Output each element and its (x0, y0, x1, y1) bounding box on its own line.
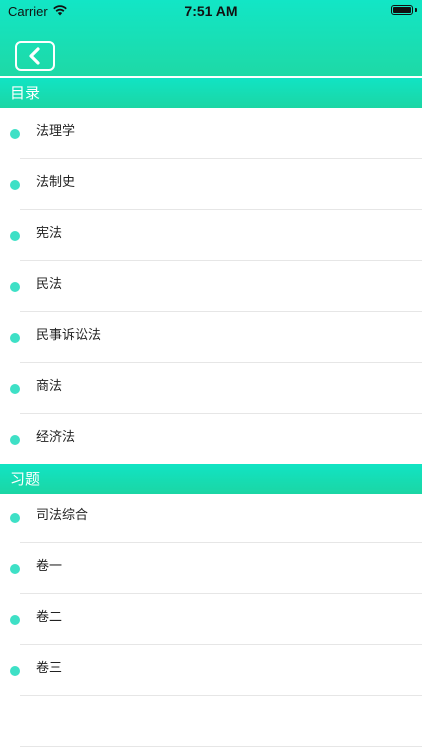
exercises-list: 司法综合卷一卷二卷三 (0, 492, 422, 747)
list-item-label: 司法综合 (36, 508, 89, 523)
bullet-dot-icon (10, 128, 20, 139)
bullet-dot-icon (10, 281, 20, 292)
bullet-dot-icon (10, 434, 20, 445)
list-item[interactable]: 民法 (0, 261, 422, 312)
bullet-dot-icon (10, 179, 20, 190)
list-item-label: 民法 (36, 277, 63, 292)
list-item-label: 法理学 (36, 124, 76, 139)
chevron-left-icon (29, 47, 40, 65)
list-item-label: 宪法 (36, 226, 63, 241)
nav-header: Carrier 7:51 AM (0, 0, 422, 76)
list-item[interactable]: 卷一 (0, 543, 422, 594)
list-item[interactable]: 经济法 (0, 414, 422, 465)
list-item[interactable]: 法制史 (0, 159, 422, 210)
contents-list: 法理学法制史宪法民法民事诉讼法商法经济法 (0, 108, 422, 465)
list-item-label: 商法 (36, 379, 63, 394)
list-item-label: 卷三 (36, 661, 63, 676)
list-item-label: 经济法 (36, 430, 76, 445)
list-item[interactable]: 司法综合 (0, 492, 422, 543)
bullet-dot-icon (10, 563, 20, 574)
list-item-label: 卷二 (36, 610, 63, 625)
bullet-dot-icon (10, 383, 20, 394)
bullet-dot-icon (10, 512, 20, 523)
list-item-label: 民事诉讼法 (36, 328, 102, 343)
bullet-dot-icon (10, 332, 20, 343)
section-header-exercises: 习题 (0, 464, 422, 494)
row-separator (20, 746, 422, 747)
list-item[interactable]: 商法 (0, 363, 422, 414)
section-header-contents: 目录 (0, 78, 422, 108)
battery-icon (391, 5, 413, 15)
status-time: 7:51 AM (184, 3, 238, 19)
list-item[interactable] (0, 696, 422, 747)
back-button[interactable] (15, 41, 55, 71)
status-bar: Carrier 7:51 AM (0, 0, 422, 22)
bullet-dot-icon (10, 614, 20, 625)
list-item[interactable]: 法理学 (0, 108, 422, 159)
list-item[interactable]: 民事诉讼法 (0, 312, 422, 363)
bullet-dot-icon (10, 665, 20, 676)
list-item-label: 法制史 (36, 175, 76, 190)
list-item[interactable]: 宪法 (0, 210, 422, 261)
bullet-dot-icon (10, 230, 20, 241)
list-item[interactable]: 卷二 (0, 594, 422, 645)
list-item[interactable]: 卷三 (0, 645, 422, 696)
list-item-label: 卷一 (36, 559, 63, 574)
